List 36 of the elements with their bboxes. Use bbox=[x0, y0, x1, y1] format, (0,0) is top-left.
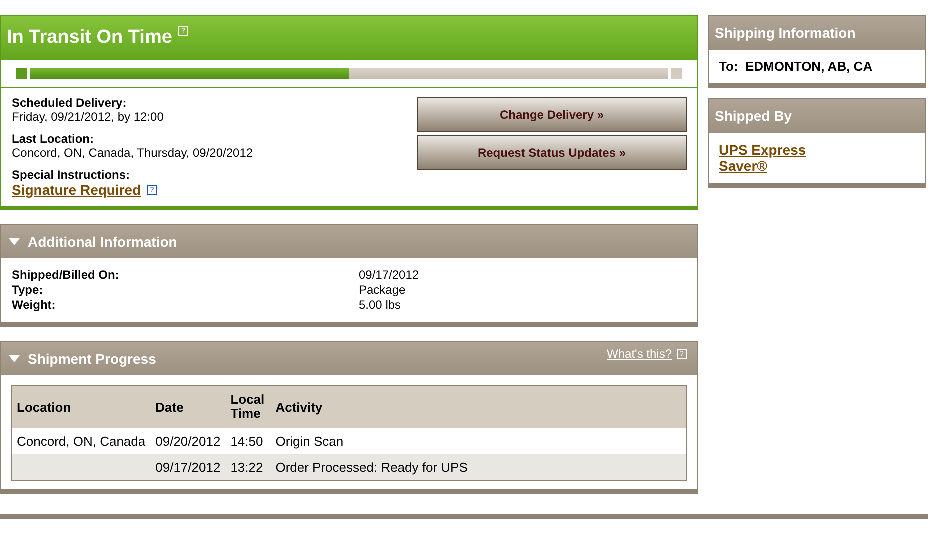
column-header: Location bbox=[12, 386, 151, 428]
detail-label: Last Location: bbox=[12, 132, 96, 146]
detail-label: Scheduled Delivery: bbox=[12, 96, 128, 110]
detail-value: Concord, ON, Canada, Thursday, 09/20/2012 bbox=[12, 146, 254, 160]
info-value: 09/17/2012 bbox=[359, 268, 420, 282]
info-label: Weight: bbox=[12, 298, 57, 312]
status-title: In Transit On Time bbox=[7, 27, 172, 49]
info-label: Shipped/Billed On: bbox=[12, 268, 120, 282]
panel-title: Additional Information bbox=[28, 234, 178, 250]
table-cell: Origin Scan bbox=[270, 428, 686, 454]
column-header: Activity bbox=[270, 386, 686, 428]
collapse-icon[interactable] bbox=[9, 238, 20, 246]
sidebar-header: Shipped By bbox=[709, 99, 925, 133]
panel-title: Shipment Progress bbox=[28, 350, 156, 366]
table-cell: 09/20/2012 bbox=[150, 428, 226, 454]
destination-text: To: EDMONTON, AB, CA bbox=[719, 59, 873, 74]
progress-end-segment bbox=[671, 68, 682, 79]
table-cell: Order Processed: Ready for UPS bbox=[270, 454, 686, 480]
detail-label: Special Instructions: bbox=[12, 168, 132, 182]
detail-value: Friday, 09/21/2012, by 12:00 bbox=[12, 110, 165, 124]
sidebar-header: Shipping Information bbox=[709, 16, 925, 50]
table-cell: 14:50 bbox=[226, 428, 271, 454]
collapse-icon[interactable] bbox=[9, 354, 20, 362]
info-value: Package bbox=[359, 283, 407, 297]
action-button[interactable]: Change Delivery » bbox=[417, 97, 687, 132]
table-cell: 13:22 bbox=[226, 454, 271, 480]
progress-start-segment bbox=[16, 68, 27, 79]
column-header: Date bbox=[150, 386, 226, 428]
table-cell: 09/17/2012 bbox=[150, 454, 226, 480]
info-label: Type: bbox=[12, 283, 44, 297]
column-header: Local Time bbox=[226, 386, 271, 428]
signature-link[interactable]: Signature Required bbox=[12, 182, 142, 198]
info-value: 5.00 lbs bbox=[359, 298, 402, 312]
table-cell: Concord, ON, Canada bbox=[12, 428, 151, 454]
service-link[interactable]: UPS Express Saver® bbox=[719, 142, 829, 174]
action-button[interactable]: Request Status Updates » bbox=[417, 135, 687, 170]
